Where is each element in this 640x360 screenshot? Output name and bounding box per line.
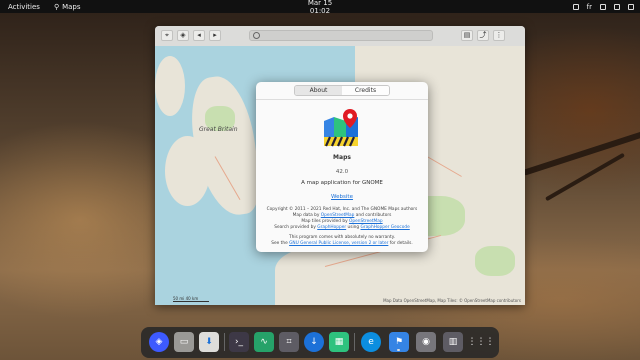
map-data-credit: Map data by OpenStreetMap and contributo… (256, 213, 428, 218)
map-scale: 50 mi 40 km (173, 296, 209, 302)
layers-button[interactable]: ◈ (177, 30, 189, 41)
license-link[interactable]: GNU General Public License, version 2 or… (289, 241, 388, 246)
dock-app-grid[interactable]: ⋮⋮⋮ (468, 332, 495, 352)
route-icon: ⤴ (479, 31, 487, 39)
compass-icon: ◈ (155, 337, 163, 347)
network-icon[interactable] (600, 3, 606, 10)
maps-icon: ⚑ (394, 337, 404, 347)
dock-separator (224, 333, 225, 351)
search-input[interactable] (249, 30, 433, 41)
back-button[interactable]: ◂ (193, 30, 205, 41)
dock-edge[interactable]: e (361, 332, 381, 352)
location-button[interactable]: ⌖ (161, 30, 173, 41)
map-attribution[interactable]: Map Data OpenStreetMap, Map Tiles: © Ope… (383, 298, 521, 303)
osm-link[interactable]: OpenStreetMap (321, 213, 355, 218)
terminal-icon: ›_ (234, 337, 244, 347)
map-land (155, 56, 185, 116)
dock-maps[interactable]: ⚑ (389, 332, 409, 352)
app-name: Maps (333, 154, 351, 161)
search-icon (253, 32, 260, 39)
dock-disk[interactable]: ◉ (416, 332, 436, 352)
trash-icon: ▥ (448, 337, 458, 347)
license-text: See the GNU General Public License, vers… (256, 241, 428, 246)
map-tiles-credit: Map tiles provided by OpenStreetMap (256, 219, 428, 224)
software-icon: ⬇ (205, 337, 213, 347)
license-prefix: See the (271, 241, 288, 246)
back-icon: ◂ (197, 31, 201, 39)
graphhopper-link[interactable]: GraphHopper (317, 225, 346, 230)
menu-icon: ⋮ (495, 31, 503, 39)
credit-text: Map data by (292, 213, 320, 218)
app-version: 42.0 (335, 169, 349, 175)
accessibility-icon[interactable] (572, 3, 579, 10)
layers-icon: ◈ (180, 31, 186, 39)
website-link[interactable]: Website (256, 194, 428, 200)
license-suffix: for details. (389, 241, 413, 246)
dock-download[interactable]: ↓ (304, 332, 324, 352)
app-grid-icon: ⋮⋮⋮ (467, 337, 495, 347)
credit-text: and contributors (355, 213, 392, 218)
edge-icon: e (368, 337, 374, 347)
app-description: A map application for GNOME (301, 180, 383, 186)
dock-spreadsheet[interactable]: ▦ (329, 332, 349, 352)
top-bar: Activities ⚲ Maps Mar 15 01:02 fr (0, 0, 640, 15)
dock-system-monitor[interactable]: ∿ (254, 332, 274, 352)
dock-trash[interactable]: ▥ (443, 332, 463, 352)
dock-screenshot[interactable]: ⌗ (279, 332, 299, 352)
osm-tiles-link[interactable]: OpenStreetMap (349, 219, 383, 224)
running-indicator (397, 349, 400, 351)
spreadsheet-icon: ▦ (334, 337, 344, 347)
tab-credits[interactable]: Credits (342, 86, 389, 95)
volume-icon[interactable] (614, 3, 620, 10)
tab-about[interactable]: About (295, 86, 342, 95)
files-icon: ▭ (179, 337, 189, 347)
credit-text: Search provided by (274, 225, 316, 230)
app-menu-label: Maps (62, 2, 81, 11)
print-icon: ▤ (463, 31, 471, 39)
menu-button[interactable]: ⋮ (493, 30, 505, 41)
download-icon: ↓ (310, 337, 318, 347)
dock-files[interactable]: ▭ (174, 332, 194, 352)
print-button[interactable]: ▤ (461, 30, 473, 41)
dock: ◈ ▭ ⬇ ›_ ∿ ⌗ ↓ ▦ e ⚑ ◉ ▥ ⋮⋮⋮ (141, 327, 499, 358)
app-menu[interactable]: ⚲ Maps (54, 3, 81, 11)
route-button[interactable]: ⤴ (477, 30, 489, 41)
forward-icon: ▸ (213, 31, 217, 39)
credit-text: Map tiles provided by (301, 219, 348, 224)
system-tray[interactable]: fr (572, 3, 634, 11)
power-icon[interactable] (628, 3, 634, 10)
map-forest (475, 246, 515, 276)
dock-terminal[interactable]: ›_ (229, 332, 249, 352)
forward-button[interactable]: ▸ (209, 30, 221, 41)
clock[interactable]: Mar 15 01:02 (300, 0, 340, 15)
system-monitor-icon: ∿ (260, 337, 268, 347)
dock-software[interactable]: ⬇ (199, 332, 219, 352)
location-icon: ⌖ (165, 31, 169, 39)
dialog-tabs: About Credits (294, 85, 390, 96)
copyright-text: Copyright © 2011 – 2021 Red Hat, Inc. an… (266, 207, 418, 212)
warranty-text: This program comes with absolutely no wa… (289, 235, 395, 240)
maps-icon: ⚲ (53, 2, 60, 11)
header-bar: ⌖ ◈ ◂ ▸ ▤ ⤴ ⋮ (155, 26, 525, 47)
language-indicator[interactable]: fr (587, 3, 592, 11)
maps-app-icon (324, 109, 358, 147)
map-land (275, 246, 395, 305)
dialog-header: About Credits (256, 82, 428, 100)
about-dialog: About Credits Maps 42.0 A map applicatio… (256, 82, 428, 252)
activities-button[interactable]: Activities (8, 3, 40, 11)
graphhopper-geocode-link[interactable]: GraphHopper Geocode (361, 225, 410, 230)
dock-compass[interactable]: ◈ (149, 332, 169, 352)
search-credit: Search provided by GraphHopper using Gra… (256, 225, 428, 230)
map-label: Great Britain (199, 126, 238, 133)
disk-icon: ◉ (422, 337, 430, 347)
map-land (165, 136, 210, 206)
dock-separator (354, 333, 355, 351)
screenshot-icon: ⌗ (286, 337, 292, 347)
credit-text: using (347, 225, 360, 230)
